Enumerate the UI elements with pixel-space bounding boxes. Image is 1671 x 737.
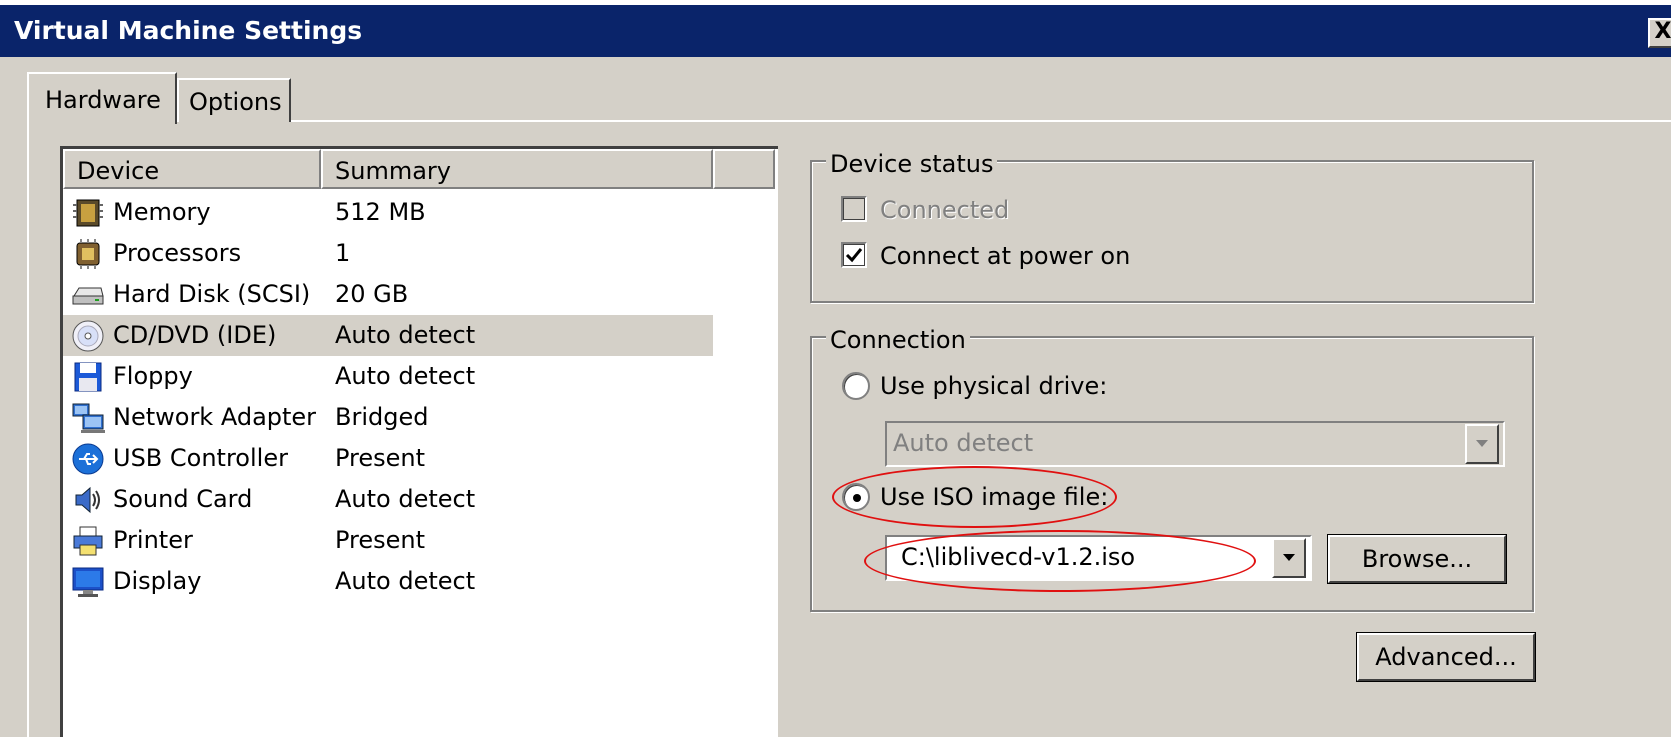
- device-summary: Bridged: [335, 403, 429, 431]
- usb-icon: [72, 443, 104, 475]
- device-row-floppy[interactable]: Floppy Auto detect: [63, 356, 713, 397]
- device-summary: 1: [335, 239, 351, 267]
- use-physical-drive-radio[interactable]: [842, 372, 870, 400]
- device-row-processors[interactable]: Processors 1: [63, 233, 713, 274]
- iso-path-dropdown-button[interactable]: [1272, 538, 1306, 578]
- physical-drive-dropdown-button[interactable]: [1465, 424, 1499, 464]
- device-row-hard-disk[interactable]: Hard Disk (SCSI) 20 GB: [63, 274, 713, 315]
- device-name: Processors: [113, 239, 242, 267]
- tab-options[interactable]: Options: [177, 78, 291, 122]
- cd-dvd-icon: [72, 320, 104, 352]
- floppy-icon: [74, 362, 102, 392]
- device-row-network-adapter[interactable]: Network Adapter Bridged: [63, 397, 713, 438]
- chevron-down-icon: [1476, 440, 1488, 447]
- device-summary: 512 MB: [335, 198, 426, 226]
- sound-card-icon: [75, 486, 100, 514]
- annotation-ellipse-iso-option: [832, 466, 1117, 528]
- browse-button[interactable]: Browse...: [1327, 534, 1507, 584]
- connected-label: Connected: [880, 196, 1010, 224]
- tab-hardware[interactable]: Hardware: [27, 72, 177, 124]
- connected-checkbox[interactable]: [841, 196, 867, 222]
- device-summary: Auto detect: [335, 485, 476, 513]
- use-physical-drive-label: Use physical drive:: [880, 372, 1108, 400]
- processor-icon: [76, 239, 100, 269]
- device-summary: Present: [335, 526, 426, 554]
- device-name: Printer: [113, 526, 193, 554]
- device-name: Memory: [113, 198, 211, 226]
- device-name: USB Controller: [113, 444, 288, 472]
- column-header-summary[interactable]: Summary: [321, 149, 713, 189]
- device-name: Hard Disk (SCSI): [113, 280, 311, 308]
- annotation-ellipse-iso-path: [864, 530, 1256, 592]
- device-name: Network Adapter: [113, 403, 317, 431]
- device-row-display[interactable]: Display Auto detect: [63, 561, 713, 602]
- device-row-cd-dvd[interactable]: CD/DVD (IDE) Auto detect: [63, 315, 713, 356]
- chevron-down-icon: [1283, 554, 1295, 561]
- device-summary: Present: [335, 444, 426, 472]
- column-header-empty: [713, 149, 775, 189]
- device-status-legend: Device status: [826, 150, 998, 178]
- device-name: Display: [113, 567, 202, 595]
- device-row-memory[interactable]: Memory 512 MB: [63, 192, 713, 233]
- device-name: CD/DVD (IDE): [113, 321, 277, 349]
- device-name: Floppy: [113, 362, 193, 390]
- device-row-sound-card[interactable]: Sound Card Auto detect: [63, 479, 713, 520]
- window-title: Virtual Machine Settings: [14, 16, 363, 45]
- device-name: Sound Card: [113, 485, 253, 513]
- device-summary: Auto detect: [335, 362, 476, 390]
- hard-disk-icon: [72, 287, 104, 305]
- device-row-usb-controller[interactable]: USB Controller Present: [63, 438, 713, 479]
- device-summary: Auto detect: [335, 321, 476, 349]
- close-button[interactable]: X: [1648, 18, 1671, 48]
- memory-icon: [73, 199, 103, 227]
- column-header-device[interactable]: Device: [63, 149, 321, 189]
- network-adapter-icon: [72, 403, 105, 433]
- checkmark-icon: [845, 248, 863, 263]
- device-status-group: [810, 160, 1534, 303]
- display-icon: [72, 567, 104, 597]
- connect-at-power-on-label: Connect at power on: [880, 242, 1131, 270]
- connect-at-power-on-checkbox[interactable]: [841, 242, 867, 268]
- device-row-printer[interactable]: Printer Present: [63, 520, 713, 561]
- advanced-button[interactable]: Advanced...: [1356, 632, 1536, 682]
- device-summary: Auto detect: [335, 567, 476, 595]
- physical-drive-value: Auto detect: [893, 429, 1034, 457]
- device-summary: 20 GB: [335, 280, 409, 308]
- physical-drive-select[interactable]: Auto detect: [885, 421, 1505, 467]
- connection-legend: Connection: [826, 326, 970, 354]
- printer-icon: [73, 526, 103, 556]
